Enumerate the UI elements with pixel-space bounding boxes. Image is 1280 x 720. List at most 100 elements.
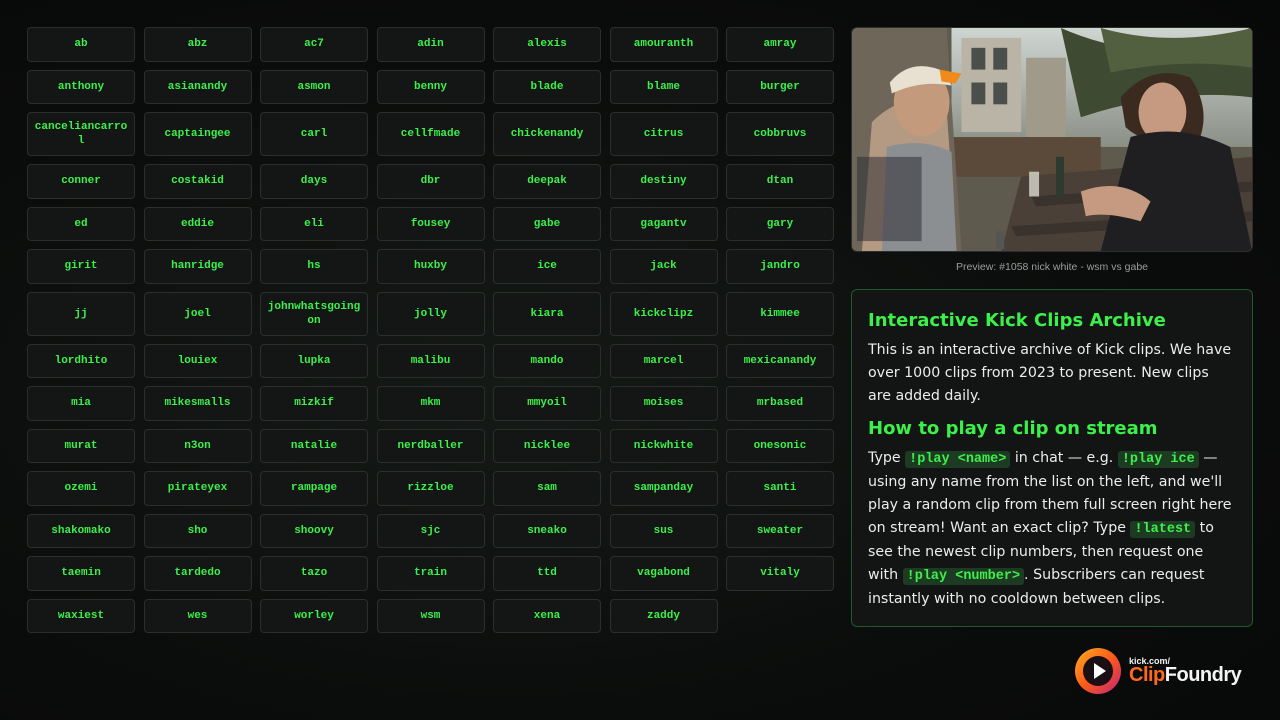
- clip-name-button[interactable]: days: [260, 164, 368, 199]
- clip-name-button[interactable]: ac7: [260, 27, 368, 62]
- clip-name-button[interactable]: natalie: [260, 428, 368, 463]
- clip-name-button[interactable]: fousey: [376, 206, 485, 241]
- clip-name-button[interactable]: conner: [27, 164, 135, 199]
- clip-name-button[interactable]: wes: [143, 598, 252, 633]
- clip-name-button[interactable]: mia: [27, 386, 135, 421]
- clip-name-button[interactable]: shakomako: [27, 513, 135, 548]
- clip-name-button[interactable]: lupka: [260, 343, 368, 378]
- clip-name-button[interactable]: rizzloe: [376, 471, 485, 506]
- clip-name-button[interactable]: ed: [27, 206, 135, 241]
- clip-name-button[interactable]: ozemi: [27, 471, 135, 506]
- clip-name-button[interactable]: canceliancarrol: [27, 112, 135, 156]
- clip-name-button[interactable]: sweater: [726, 513, 834, 548]
- clip-name-button[interactable]: amray: [726, 27, 834, 62]
- clip-name-button[interactable]: joel: [143, 291, 252, 336]
- clip-name-button[interactable]: asianandy: [143, 69, 252, 104]
- clip-name-button[interactable]: gagantv: [609, 206, 718, 241]
- clip-name-button[interactable]: destiny: [609, 164, 718, 199]
- clip-name-button[interactable]: mando: [493, 343, 601, 378]
- clip-name-button[interactable]: adin: [376, 27, 485, 62]
- clip-name-button[interactable]: chickenandy: [493, 112, 601, 156]
- clip-name-button[interactable]: benny: [376, 69, 485, 104]
- clip-name-button[interactable]: tazo: [260, 556, 368, 591]
- clip-name-button[interactable]: sho: [143, 513, 252, 548]
- play-ice-command: !play ice: [1117, 451, 1199, 468]
- clip-name-button[interactable]: rampage: [260, 471, 368, 506]
- clip-name-button[interactable]: sampanday: [609, 471, 718, 506]
- clip-name-button[interactable]: kickclipz: [609, 291, 718, 336]
- clip-name-button[interactable]: mizkif: [260, 386, 368, 421]
- clip-name-button[interactable]: xena: [493, 598, 601, 633]
- clip-name-button[interactable]: nerdballer: [376, 428, 485, 463]
- clip-name-button[interactable]: moises: [609, 386, 718, 421]
- clip-name-button[interactable]: pirateyex: [143, 471, 252, 506]
- clip-name-button[interactable]: citrus: [609, 112, 718, 156]
- clip-name-button[interactable]: kiara: [493, 291, 601, 336]
- clip-name-button[interactable]: cobbruvs: [726, 112, 834, 156]
- clip-name-button[interactable]: ttd: [493, 556, 601, 591]
- clip-name-button[interactable]: cellfmade: [376, 112, 485, 156]
- clip-name-button[interactable]: dtan: [726, 164, 834, 199]
- clip-name-button[interactable]: girit: [27, 249, 135, 284]
- clip-name-button[interactable]: carl: [260, 112, 368, 156]
- clip-name-button[interactable]: onesonic: [726, 428, 834, 463]
- clip-name-button[interactable]: hs: [260, 249, 368, 284]
- clip-name-button[interactable]: hanridge: [143, 249, 252, 284]
- clip-name-button[interactable]: jack: [609, 249, 718, 284]
- clip-name-button[interactable]: nicklee: [493, 428, 601, 463]
- clip-name-button[interactable]: vitaly: [726, 556, 834, 591]
- clip-name-button[interactable]: malibu: [376, 343, 485, 378]
- clip-name-button[interactable]: burger: [726, 69, 834, 104]
- clip-name-button[interactable]: sus: [609, 513, 718, 548]
- clip-name-button[interactable]: train: [376, 556, 485, 591]
- clip-name-button[interactable]: abz: [143, 27, 252, 62]
- clip-name-button[interactable]: santi: [726, 471, 834, 506]
- clip-name-button[interactable]: marcel: [609, 343, 718, 378]
- clip-name-button[interactable]: eli: [260, 206, 368, 241]
- clip-name-button[interactable]: lordhito: [27, 343, 135, 378]
- clip-name-button[interactable]: dbr: [376, 164, 485, 199]
- clip-name-button[interactable]: waxiest: [27, 598, 135, 633]
- clip-name-button[interactable]: n3on: [143, 428, 252, 463]
- clip-name-button[interactable]: jj: [27, 291, 135, 336]
- clip-name-button[interactable]: huxby: [376, 249, 485, 284]
- clip-name-button[interactable]: zaddy: [609, 598, 718, 633]
- clip-name-button[interactable]: asmon: [260, 69, 368, 104]
- clip-name-button[interactable]: nickwhite: [609, 428, 718, 463]
- clip-name-button[interactable]: murat: [27, 428, 135, 463]
- clip-name-button[interactable]: sam: [493, 471, 601, 506]
- clip-name-button[interactable]: gabe: [493, 206, 601, 241]
- clip-name-button[interactable]: mikesmalls: [143, 386, 252, 421]
- clip-name-button[interactable]: kimmee: [726, 291, 834, 336]
- clip-name-button[interactable]: amouranth: [609, 27, 718, 62]
- clip-preview-video[interactable]: [851, 27, 1253, 252]
- clip-name-button[interactable]: alexis: [493, 27, 601, 62]
- clip-name-button[interactable]: sneako: [493, 513, 601, 548]
- clip-name-button[interactable]: tardedo: [143, 556, 252, 591]
- clip-name-button[interactable]: johnwhatsgoingon: [260, 291, 368, 336]
- clip-name-button[interactable]: worley: [260, 598, 368, 633]
- clip-name-button[interactable]: vagabond: [609, 556, 718, 591]
- clip-name-button[interactable]: costakid: [143, 164, 252, 199]
- clip-name-button[interactable]: anthony: [27, 69, 135, 104]
- clip-name-button[interactable]: wsm: [376, 598, 485, 633]
- clip-name-button[interactable]: blame: [609, 69, 718, 104]
- clip-name-button[interactable]: shoovy: [260, 513, 368, 548]
- clip-name-button[interactable]: gary: [726, 206, 834, 241]
- clip-name-button[interactable]: mmyoil: [493, 386, 601, 421]
- clip-name-button[interactable]: ab: [27, 27, 135, 62]
- clip-name-button[interactable]: jolly: [376, 291, 485, 336]
- clip-name-button[interactable]: taemin: [27, 556, 135, 591]
- clip-name-button[interactable]: mexicanandy: [726, 343, 834, 378]
- clip-name-button[interactable]: captaingee: [143, 112, 252, 156]
- clip-name-button[interactable]: louiex: [143, 343, 252, 378]
- clip-name-button[interactable]: sjc: [376, 513, 485, 548]
- clip-name-button[interactable]: mrbased: [726, 386, 834, 421]
- clip-name-button[interactable]: jandro: [726, 249, 834, 284]
- clip-name-button[interactable]: eddie: [143, 206, 252, 241]
- info-panel: Interactive Kick Clips Archive This is a…: [851, 289, 1253, 627]
- clip-name-button[interactable]: blade: [493, 69, 601, 104]
- clip-name-button[interactable]: mkm: [376, 386, 485, 421]
- clip-name-button[interactable]: ice: [493, 249, 601, 284]
- clip-name-button[interactable]: deepak: [493, 164, 601, 199]
